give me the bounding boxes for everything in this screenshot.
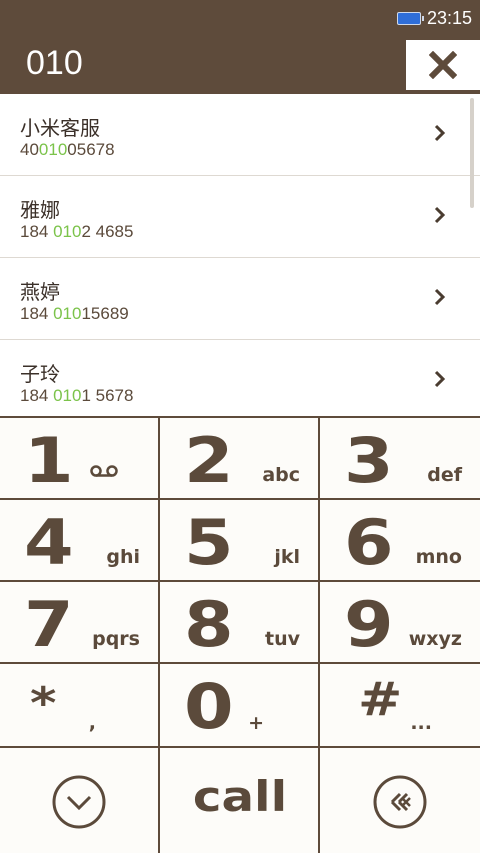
contact-name: 雅娜 bbox=[20, 198, 60, 222]
key-5[interactable]: 5 jkl bbox=[160, 500, 320, 582]
contact-name: 子玲 bbox=[20, 362, 60, 386]
key-letters: tuv bbox=[265, 628, 300, 650]
key-digit: 9 bbox=[344, 588, 394, 661]
contact-name: 燕婷 bbox=[20, 280, 60, 304]
key-letters: ... bbox=[410, 712, 432, 734]
contact-row[interactable]: 燕婷 184 01015689 bbox=[0, 258, 480, 340]
backspace-circle-icon bbox=[373, 775, 427, 828]
key-letters: def bbox=[427, 464, 462, 486]
key-9[interactable]: 9 wxyz bbox=[320, 582, 480, 664]
backspace-button[interactable] bbox=[320, 748, 480, 853]
key-2[interactable]: 2 abc bbox=[160, 418, 320, 500]
key-digit: 8 bbox=[184, 588, 234, 661]
key-digit: 1 bbox=[24, 424, 74, 497]
key-hash[interactable]: # ... bbox=[320, 664, 480, 748]
status-bar: 23:15 bbox=[0, 0, 480, 36]
key-4[interactable]: 4 ghi bbox=[0, 500, 160, 582]
chevron-right-icon[interactable] bbox=[434, 206, 446, 224]
contact-number: 4001005678 bbox=[20, 140, 115, 159]
contact-row[interactable]: 子玲 184 0101 5678 bbox=[0, 340, 480, 416]
collapse-keypad-button[interactable] bbox=[0, 748, 160, 853]
contact-row[interactable]: 小米客服 4001005678 bbox=[0, 94, 480, 176]
dialed-number: 010 bbox=[26, 44, 83, 82]
key-letters: abc bbox=[262, 464, 300, 486]
contact-number: 184 01015689 bbox=[20, 304, 129, 323]
key-digit: 2 bbox=[184, 424, 234, 497]
key-0[interactable]: 0 + bbox=[160, 664, 320, 748]
keypad-actions: call bbox=[0, 748, 480, 853]
close-icon bbox=[429, 51, 457, 79]
key-letters: , bbox=[88, 712, 96, 734]
chevron-right-icon[interactable] bbox=[434, 124, 446, 142]
key-digit: 7 bbox=[24, 588, 74, 661]
key-digit: 0 bbox=[184, 670, 234, 743]
status-time: 23:15 bbox=[426, 7, 472, 28]
key-letters: wxyz bbox=[408, 628, 462, 650]
contact-number: 184 0101 5678 bbox=[20, 386, 134, 405]
voicemail-icon bbox=[90, 465, 118, 477]
key-1[interactable]: 1 bbox=[0, 418, 160, 500]
dial-header: 010 bbox=[0, 36, 480, 94]
chevron-right-icon[interactable] bbox=[434, 370, 446, 388]
contact-name: 小米客服 bbox=[20, 116, 100, 140]
chevron-down-circle-icon bbox=[52, 775, 106, 828]
call-button[interactable]: call bbox=[160, 748, 320, 853]
key-digit: 5 bbox=[184, 506, 234, 579]
key-star[interactable]: * , bbox=[0, 664, 160, 748]
key-letters: jkl bbox=[274, 546, 300, 568]
key-digit: 6 bbox=[344, 506, 394, 579]
key-letters: ghi bbox=[106, 546, 140, 568]
key-6[interactable]: 6 mno bbox=[320, 500, 480, 582]
key-8[interactable]: 8 tuv bbox=[160, 582, 320, 664]
call-label: call bbox=[192, 772, 288, 821]
clear-button[interactable] bbox=[406, 40, 480, 90]
key-digit: 3 bbox=[344, 424, 394, 497]
key-digit: 4 bbox=[24, 506, 74, 579]
dial-keypad: 1 2 abc 3 def 4 ghi 5 jkl 6 mno 7 pqrs 8… bbox=[0, 416, 480, 853]
key-digit: # bbox=[358, 672, 403, 726]
contact-results-list[interactable]: 小米客服 4001005678 雅娜 184 0102 4685 燕婷 184 … bbox=[0, 94, 480, 416]
results-scrollbar[interactable] bbox=[470, 98, 474, 208]
contact-row[interactable]: 雅娜 184 0102 4685 bbox=[0, 176, 480, 258]
chevron-right-icon[interactable] bbox=[434, 288, 446, 306]
key-letters: pqrs bbox=[92, 628, 140, 650]
key-digit: * bbox=[30, 678, 57, 729]
key-letters: mno bbox=[415, 546, 462, 568]
contact-number: 184 0102 4685 bbox=[20, 222, 134, 241]
battery-icon bbox=[396, 11, 424, 25]
key-3[interactable]: 3 def bbox=[320, 418, 480, 500]
key-letters: + bbox=[248, 712, 264, 734]
key-7[interactable]: 7 pqrs bbox=[0, 582, 160, 664]
